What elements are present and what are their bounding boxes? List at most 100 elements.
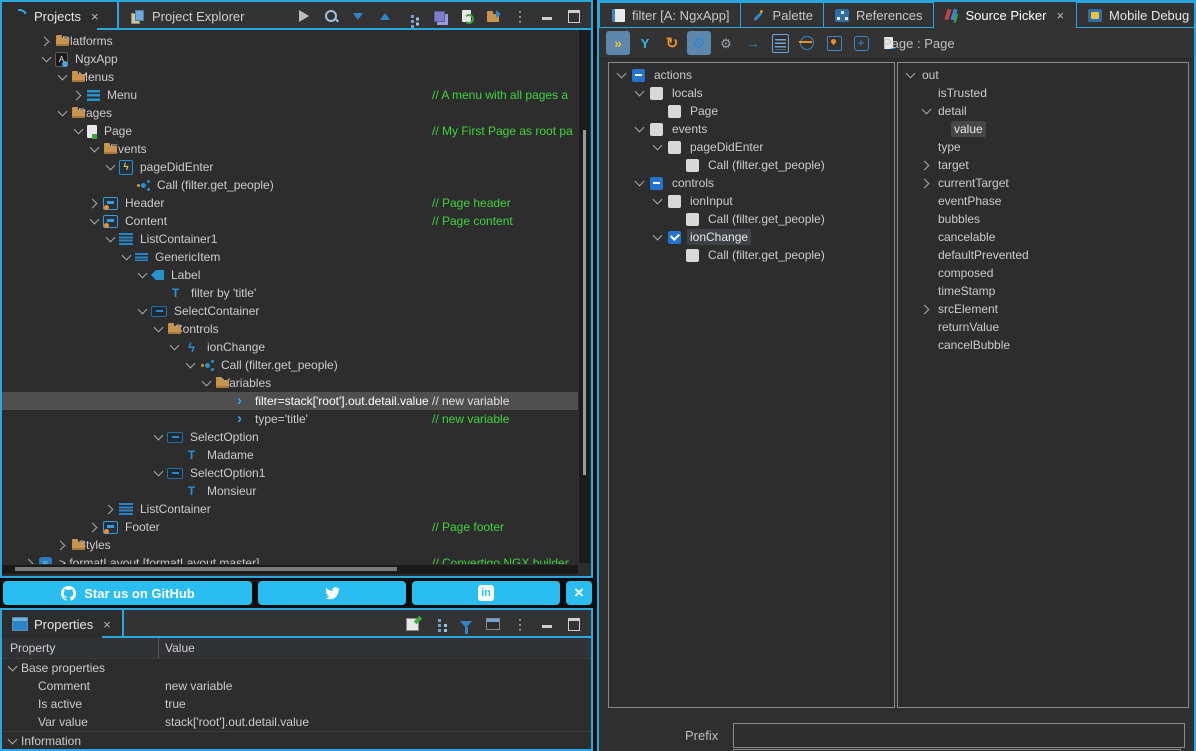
chevron-down-icon[interactable] [633, 87, 646, 100]
chevron-down-icon[interactable] [40, 53, 53, 66]
scrollbar-thumb[interactable] [583, 130, 586, 475]
chevron-down-icon[interactable] [56, 107, 69, 120]
chevron-right-icon[interactable] [920, 177, 933, 190]
tree-item[interactable]: filter by 'title' [2, 284, 578, 302]
chevron-down-icon[interactable] [152, 323, 165, 336]
chevron-down-icon[interactable] [136, 305, 149, 318]
property-row[interactable]: Commentnew variable [2, 677, 591, 695]
horizontal-scrollbar[interactable] [2, 565, 578, 574]
social-close-button[interactable]: × [566, 581, 592, 605]
close-icon[interactable]: × [91, 9, 99, 24]
refresh-doc-icon[interactable] [454, 4, 478, 28]
chevron-down-icon[interactable] [72, 125, 85, 138]
close-icon[interactable]: × [103, 617, 111, 632]
view-menu-kebab-icon[interactable]: ⋮ [508, 4, 532, 28]
save-all-icon[interactable] [427, 4, 451, 28]
tree-item[interactable]: Page [609, 102, 894, 120]
chevron-down-icon[interactable] [633, 177, 646, 190]
tree-item[interactable]: value [898, 120, 1188, 138]
tree-item[interactable]: isTrusted [898, 84, 1188, 102]
maximize-icon[interactable] [562, 612, 586, 636]
run-icon[interactable] [292, 4, 316, 28]
filter-icon[interactable] [454, 612, 478, 636]
property-value[interactable]: new variable [159, 679, 232, 693]
tree-item[interactable]: ListContainer1 [2, 230, 578, 248]
chevron-right-icon[interactable] [56, 539, 69, 552]
tree-item[interactable]: Call (filter.get_people) [609, 210, 894, 228]
tree-item[interactable]: cancelable [898, 228, 1188, 246]
checkbox-unchecked[interactable] [686, 249, 699, 262]
property-group-row[interactable]: Information [2, 731, 591, 749]
github-star-button[interactable]: Star us on GitHub [3, 581, 252, 605]
tree-item[interactable]: defaultPrevented [898, 246, 1188, 264]
tree-item[interactable]: out [898, 66, 1188, 84]
add-icon[interactable]: + [849, 31, 873, 55]
text-document-icon[interactable] [768, 31, 792, 55]
tree-item[interactable]: locals [609, 84, 894, 102]
checkbox-unchecked[interactable] [650, 123, 663, 136]
tree-item[interactable]: srcElement [898, 300, 1188, 318]
property-row[interactable]: Var valuestack['root'].out.detail.value [2, 713, 591, 731]
refresh-icon[interactable]: ↻ [660, 31, 684, 55]
sequence-pick-icon[interactable]: Y [633, 31, 657, 55]
chevron-down-icon[interactable] [651, 231, 664, 244]
tree-item[interactable]: GenericItem [2, 248, 578, 266]
sort-tree-icon[interactable] [427, 612, 451, 636]
chevron-down-icon[interactable] [651, 141, 664, 154]
tree-item[interactable]: Header// Page header [2, 194, 578, 212]
checkbox-indeterminate[interactable] [632, 69, 645, 82]
tab-source-picker[interactable]: Source Picker × [934, 2, 1075, 28]
chevron-right-icon[interactable] [40, 35, 53, 48]
collapse-all-icon[interactable] [346, 4, 370, 28]
chevron-down-icon[interactable] [152, 467, 165, 480]
link-with-editor-icon[interactable] [400, 4, 424, 28]
tree-item[interactable]: Call (filter.get_people) [609, 156, 894, 174]
checkbox-unchecked[interactable] [668, 105, 681, 118]
tab-projects[interactable]: Projects × [2, 2, 119, 30]
tree-item[interactable]: target [898, 156, 1188, 174]
tree-item[interactable]: pageDidEnter [2, 158, 578, 176]
chevron-down-icon[interactable] [6, 735, 19, 748]
tree-item[interactable]: Variables [2, 374, 578, 392]
tree-item[interactable]: Call (filter.get_people) [609, 246, 894, 264]
locate-icon[interactable] [822, 31, 846, 55]
tree-item[interactable]: Footer// Page footer [2, 518, 578, 536]
chevron-down-icon[interactable] [168, 341, 181, 354]
column-header-value[interactable]: Value [159, 641, 195, 655]
tree-item[interactable]: Events [2, 140, 578, 158]
web-service-icon[interactable] [795, 31, 819, 55]
minimize-icon[interactable] [535, 4, 559, 28]
chevron-down-icon[interactable] [152, 431, 165, 444]
linkedin-button[interactable]: in [412, 581, 560, 605]
tree-item[interactable]: SelectContainer [2, 302, 578, 320]
tree-item[interactable]: detail [898, 102, 1188, 120]
column-header-property[interactable]: Property [2, 638, 159, 658]
chevron-down-icon[interactable] [920, 105, 933, 118]
chevron-down-icon[interactable] [6, 662, 19, 675]
tree-item[interactable]: type='title'// new variable [2, 410, 578, 428]
chevron-down-icon[interactable] [615, 69, 628, 82]
property-value[interactable]: stack['root'].out.detail.value [159, 715, 309, 729]
tab-project-explorer[interactable]: Project Explorer [119, 2, 254, 30]
chevron-down-icon[interactable] [651, 195, 664, 208]
tab-mobile-debug[interactable]: Mobile Debug [1077, 8, 1196, 23]
chevron-down-icon[interactable] [104, 233, 117, 246]
scrollbar-thumb[interactable] [15, 567, 397, 571]
tree-item[interactable]: type [898, 138, 1188, 156]
view-menu-kebab-icon[interactable]: ⋮ [508, 612, 532, 636]
prefix-input[interactable] [733, 723, 1185, 748]
chevron-right-icon[interactable] [88, 521, 101, 534]
settings-gear-icon[interactable]: ⚙ [687, 31, 711, 55]
twitter-button[interactable] [258, 581, 406, 605]
property-group-row[interactable]: Base properties [2, 658, 591, 677]
checkbox-indeterminate[interactable] [650, 177, 663, 190]
tree-item[interactable]: pageDidEnter [609, 138, 894, 156]
tree-item[interactable]: NgxApp [2, 50, 578, 68]
tree-item[interactable]: ListContainer [2, 500, 578, 518]
tree-item[interactable]: timeStamp [898, 282, 1188, 300]
tree-item[interactable]: eventPhase [898, 192, 1188, 210]
pin-property-icon[interactable] [400, 612, 424, 636]
tree-item[interactable]: Monsieur [2, 482, 578, 500]
checkbox-unchecked[interactable] [650, 87, 663, 100]
tree-item[interactable]: actions [609, 66, 894, 84]
